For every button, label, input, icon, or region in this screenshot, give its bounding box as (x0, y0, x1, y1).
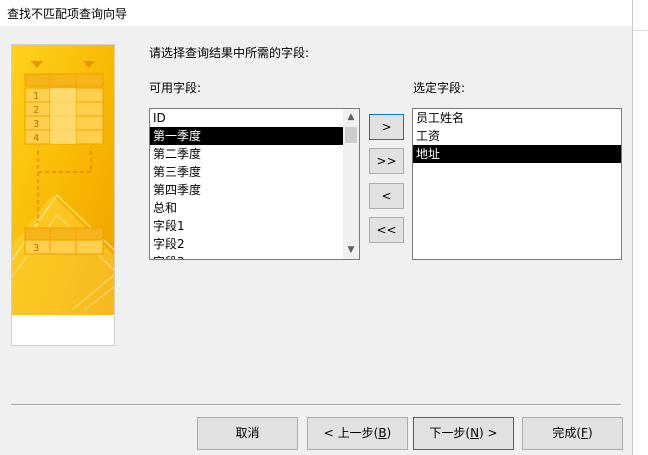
remove-all-fields-button[interactable]: << (369, 217, 404, 243)
remove-field-button[interactable]: < (369, 183, 404, 209)
illustration-result-row: 3 (33, 243, 39, 254)
available-field-list-item[interactable]: ID (150, 109, 359, 127)
finish-label-pre: 完成( (552, 426, 582, 440)
available-field-list-item[interactable]: 字段1 (150, 217, 359, 235)
back-label-pre: < 上一步( (323, 426, 379, 440)
illustration-row-1: 1 (33, 91, 39, 102)
back-button[interactable]: < 上一步(B) (307, 417, 408, 450)
next-label-pre: 下一步( (429, 426, 471, 440)
wizard-illustration: 1 2 3 4 3 (11, 44, 115, 346)
footer-divider-highlight (11, 405, 621, 406)
next-button[interactable]: 下一步(N) > (413, 417, 514, 450)
background-gridline (632, 30, 648, 31)
available-list-scrollbar[interactable]: ▲ ▼ (343, 109, 359, 259)
add-field-button[interactable]: > (369, 114, 404, 140)
wizard-dialog: 查找不匹配项查询向导 1 2 3 4 3 请选择查询结果中所需的字段: 可用字段… (0, 0, 632, 455)
available-field-list-item[interactable]: 第二季度 (150, 145, 359, 163)
selected-field-list-item[interactable]: 员工姓名 (413, 109, 621, 127)
scroll-up-icon[interactable]: ▲ (343, 109, 359, 126)
scroll-down-icon[interactable]: ▼ (343, 242, 359, 259)
selected-fields-list[interactable]: 员工姓名 工资 地址 (412, 108, 622, 260)
next-label-post: ) > (479, 426, 498, 440)
available-field-list-item[interactable]: 第一季度 (150, 127, 359, 145)
available-field-list-item[interactable]: 总和 (150, 199, 359, 217)
available-field-list-item[interactable]: 字段2 (150, 235, 359, 253)
scroll-thumb[interactable] (345, 127, 357, 143)
instruction-text: 请选择查询结果中所需的字段: (149, 46, 310, 60)
finish-hotkey: F (581, 426, 588, 440)
title-bar: 查找不匹配项查询向导 (0, 0, 632, 26)
back-hotkey: B (378, 426, 387, 440)
available-fields-list[interactable]: ID第一季度第二季度第三季度第四季度总和字段1字段2字段3 ▲ ▼ (149, 108, 360, 260)
illustration-row-4: 4 (33, 133, 39, 144)
finish-label-post: ) (587, 426, 593, 440)
next-hotkey: N (470, 426, 480, 440)
illustration-row-2: 2 (33, 105, 39, 116)
available-field-list-item[interactable]: 第四季度 (150, 181, 359, 199)
selected-field-list-item[interactable]: 地址 (413, 145, 621, 163)
available-field-list-item[interactable]: 第三季度 (150, 163, 359, 181)
background-window-edge (632, 0, 648, 455)
selected-fields-label: 选定字段: (413, 81, 466, 95)
window-border (632, 0, 633, 455)
window-title: 查找不匹配项查询向导 (7, 7, 128, 21)
finish-button[interactable]: 完成(F) (522, 417, 623, 450)
back-label-post: ) (386, 426, 392, 440)
add-all-fields-button[interactable]: >> (369, 148, 404, 174)
selected-field-list-item[interactable]: 工资 (413, 127, 621, 145)
available-fields-label: 可用字段: (149, 81, 202, 95)
illustration-row-3: 3 (33, 119, 39, 130)
cancel-button[interactable]: 取消 (197, 417, 298, 450)
available-field-list-item[interactable]: 字段3 (150, 253, 359, 259)
